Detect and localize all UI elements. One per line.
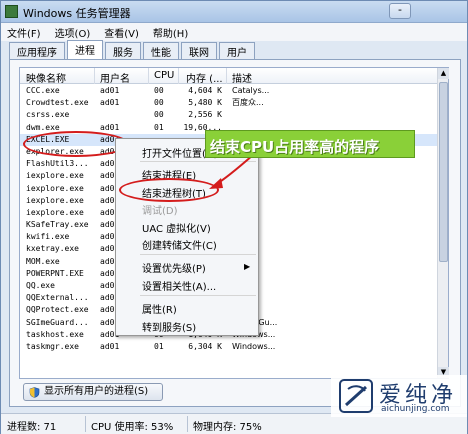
scroll-thumb[interactable]	[439, 82, 448, 262]
column-memory[interactable]: 内存 (...	[186, 70, 223, 85]
table-row[interactable]: taskmgr.exe ad01 01 6,304 K Windows...	[20, 341, 438, 353]
status-process-count: 进程数: 71	[7, 422, 57, 433]
process-description: Catalys...	[232, 86, 270, 95]
table-row[interactable]: csrss.exe 00 2,556 K	[20, 109, 438, 121]
brand-logo-icon	[339, 379, 373, 413]
menu-go-to-service[interactable]: 转到服务(S)	[142, 319, 196, 334]
process-name: iexplore.exe	[26, 207, 84, 217]
process-name: csrss.exe	[26, 110, 70, 120]
process-description: 百度众...	[232, 98, 264, 108]
menu-bar: 文件(F) 选项(O) 查看(V) 帮助(H)	[1, 23, 467, 41]
process-name: Crowdtest.exe	[26, 98, 89, 108]
process-name: iexplore.exe	[26, 171, 84, 181]
process-name: POWERPNT.EXE	[26, 268, 84, 278]
process-name: QQExternal...	[26, 293, 89, 303]
minimize-button[interactable]: -	[389, 3, 411, 19]
menu-separator	[140, 295, 256, 296]
watermark: 爱纯净 aichunjing.com	[331, 375, 467, 417]
show-all-users-label: 显示所有用户的进程(S)	[44, 386, 149, 397]
process-cpu: 00	[154, 110, 164, 120]
process-name: MOM.exe	[26, 256, 60, 266]
menu-separator	[140, 254, 256, 255]
menu-debug: 调试(D)	[142, 206, 178, 217]
show-all-users-button[interactable]: 显示所有用户的进程(S)	[23, 383, 163, 401]
process-name: KSafeTray.exe	[26, 220, 89, 230]
menu-view[interactable]: 查看(V)	[104, 25, 139, 40]
table-row[interactable]: CCC.exe ad01 00 4,604 K Catalys...	[20, 85, 438, 97]
tab-strip: 应用程序 进程 服务 性能 联网 用户	[9, 40, 255, 59]
status-physical-memory: 物理内存: 75%	[193, 422, 262, 433]
list-header: 映像名称 用户名 CPU 内存 (... 描述	[20, 68, 448, 85]
column-cpu[interactable]: CPU	[154, 70, 174, 81]
menu-options[interactable]: 选项(O)	[55, 25, 91, 40]
task-manager-window: Windows 任务管理器 - 文件(F) 选项(O) 查看(V) 帮助(H) …	[0, 0, 468, 434]
excel-highlight-ellipse	[23, 131, 129, 157]
tab-processes[interactable]: 进程	[67, 40, 103, 59]
menu-uac-virtualization[interactable]: UAC 虚拟化(V)	[142, 220, 211, 235]
callout-text: 结束CPU占用率高的程序	[210, 138, 380, 156]
watermark-url: aichunjing.com	[381, 404, 450, 414]
process-memory: 5,480 K	[188, 98, 222, 108]
process-name: taskhost.exe	[26, 329, 84, 339]
tab-applications[interactable]: 应用程序	[9, 42, 65, 59]
submenu-arrow-icon: ▶	[244, 262, 251, 271]
process-name: SGImeGuard...	[26, 317, 89, 327]
process-list-scrollbar[interactable]: ▲ ▼	[437, 68, 449, 378]
process-memory: 6,304 K	[188, 341, 222, 351]
process-name: kwifi.exe	[26, 232, 70, 242]
process-user: ad01	[100, 98, 120, 108]
column-description[interactable]: 描述	[232, 70, 252, 85]
window-title: Windows 任务管理器	[23, 7, 131, 20]
column-user-name[interactable]: 用户名	[100, 70, 130, 85]
process-name: iexplore.exe	[26, 195, 84, 205]
status-cpu-usage: CPU 使用率: 53%	[91, 422, 174, 433]
process-name: QQ.exe	[26, 281, 55, 290]
process-name: FlashUtil3...	[26, 159, 89, 169]
tab-networking[interactable]: 联网	[181, 42, 217, 59]
menu-set-affinity[interactable]: 设置相关性(A)...	[142, 278, 216, 293]
column-image-name[interactable]: 映像名称	[26, 70, 66, 85]
process-cpu: 01	[154, 122, 164, 132]
menu-properties[interactable]: 属性(R)	[142, 301, 177, 316]
process-name: QQProtect.exe	[26, 305, 89, 315]
process-cpu: 01	[154, 341, 164, 351]
process-user: ad01	[100, 341, 120, 351]
tab-users[interactable]: 用户	[219, 42, 255, 59]
process-memory: 2,556 K	[188, 110, 222, 120]
annotation-callout: 结束CPU占用率高的程序	[205, 130, 415, 158]
task-manager-icon	[5, 5, 18, 18]
process-name: kxetray.exe	[26, 244, 79, 254]
process-cpu: 00	[154, 98, 164, 108]
process-memory: 4,604 K	[188, 86, 222, 95]
scroll-up-arrow-icon[interactable]: ▲	[438, 68, 449, 79]
table-row[interactable]: Crowdtest.exe ad01 00 5,480 K 百度众...	[20, 97, 438, 109]
process-name: iexplore.exe	[26, 183, 84, 193]
process-cpu: 00	[154, 86, 164, 95]
title-bar: Windows 任务管理器 -	[1, 1, 467, 23]
process-user: ad01	[100, 86, 120, 95]
menu-file[interactable]: 文件(F)	[7, 25, 41, 40]
process-name: taskmgr.exe	[26, 341, 79, 351]
process-name: CCC.exe	[26, 86, 60, 95]
tab-services[interactable]: 服务	[105, 42, 141, 59]
menu-help[interactable]: 帮助(H)	[153, 25, 188, 40]
shield-icon	[29, 387, 40, 398]
menu-create-dump-file[interactable]: 创建转储文件(C)	[142, 237, 217, 252]
tab-performance[interactable]: 性能	[143, 42, 179, 59]
process-user: ad01	[100, 122, 120, 132]
menu-set-priority[interactable]: 设置优先级(P)	[142, 260, 206, 275]
process-description: Windows...	[232, 341, 276, 351]
